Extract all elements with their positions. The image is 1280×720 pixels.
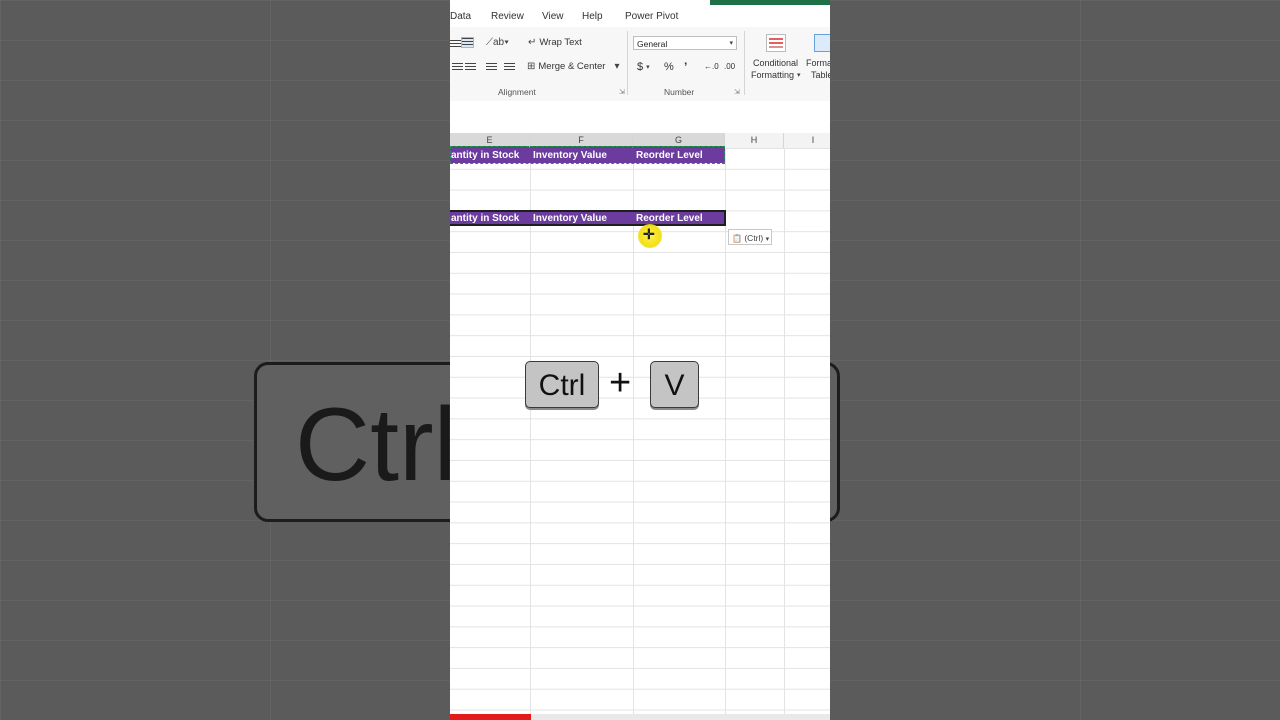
align-left-text-icon [452,63,463,72]
tab-review[interactable]: Review [491,11,524,22]
comma-style-button[interactable]: ’ [684,60,687,74]
format-as-table-label-2[interactable]: Table [811,70,830,80]
clipboard-icon: 📋 [732,234,742,243]
group-divider [627,31,628,95]
increase-decimal-icon: ←.0 [704,62,719,71]
decrease-decimal-button[interactable]: .00 [724,62,735,71]
tab-power-pivot[interactable]: Power Pivot [625,11,678,22]
increase-indent-icon [504,63,515,72]
alignment-dialog-launcher-icon[interactable]: ⇲ [619,88,625,96]
align-center-text-icon [465,63,476,72]
column-divider [784,148,785,714]
percent-button[interactable]: % [664,61,674,73]
increase-indent-button[interactable] [504,63,515,72]
paste-options-button[interactable]: 📋 (Ctrl) ▾ [728,229,772,245]
percent-icon: % [664,61,674,73]
align-bottom-icon [461,37,474,48]
comma-icon: ’ [684,60,688,74]
number-dialog-launcher-icon[interactable]: ⇲ [734,88,740,96]
number-group-label: Number [664,87,695,97]
conditional-formatting-icon[interactable] [766,34,786,52]
orientation-button[interactable]: ⟋ab▾ [486,37,509,48]
ribbon: ⟋ab▾ ↵ Wrap Text ⊞ Merge & Center ▾ Alignme… [450,27,830,102]
column-divider [530,148,531,714]
align-left-text-button[interactable] [452,63,463,72]
align-bottom-button[interactable] [461,37,474,48]
conditional-formatting-label-1[interactable]: Conditional [753,58,798,68]
currency-icon: $ [637,61,644,73]
merge-center-button[interactable]: ⊞ Merge & Center ▾ [527,61,619,72]
merge-center-icon: ⊞ [527,61,536,72]
conditional-formatting-button[interactable]: Formatting ▾ [751,70,801,80]
wrap-text-label: Wrap Text [539,37,582,48]
formula-bar-area [450,101,830,134]
paste-options-label: (Ctrl) [744,233,764,243]
plus-sign: + [609,362,632,404]
tab-data[interactable]: Data [450,11,471,22]
excel-window: Data Review View Help Power Pivot ⟋ab▾ ↵… [450,0,830,720]
orientation-icon: ⟋ab▾ [486,37,510,48]
wrap-text-button[interactable]: ↵ Wrap Text [528,37,582,48]
conditional-formatting-label-2: Formatting [751,70,795,80]
currency-button[interactable]: $ ▾ [637,61,650,73]
number-format-value: General [637,39,668,49]
align-center-text-button[interactable] [465,63,476,72]
align-left-button[interactable] [450,40,461,49]
paste-selection-border [450,210,726,226]
column-header-i[interactable]: I [784,133,830,148]
column-divider [725,148,726,714]
copy-selection-marquee [450,146,725,164]
tab-view[interactable]: View [542,11,564,22]
chevron-down-icon: ▾ [646,64,650,71]
chevron-down-icon: ▾ [797,72,801,79]
decrease-decimal-icon: .00 [724,62,736,71]
column-divider [633,148,634,714]
alignment-group-label: Alignment [498,87,536,97]
cell-cursor-icon: ✛ [643,226,655,242]
column-header-h[interactable]: H [725,133,784,148]
progress-fill [450,714,531,720]
decrease-indent-button[interactable] [486,63,497,72]
chevron-down-icon: ▾ [729,40,733,47]
ctrl-key-overlay: Ctrl [525,361,599,408]
group-divider [744,31,745,95]
merge-center-label: Merge & Center [538,61,606,72]
v-key-overlay: V [650,361,699,408]
ribbon-tabs: Data Review View Help Power Pivot [450,5,830,27]
number-format-dropdown[interactable]: General ▾ [633,36,737,50]
format-as-table-icon[interactable] [814,34,830,52]
format-as-table-label-1[interactable]: Format as [806,58,830,68]
chevron-down-icon: ▾ [765,236,770,243]
video-progress-bar[interactable] [450,714,830,720]
increase-decimal-button[interactable]: ←.0 [704,62,719,71]
decrease-indent-icon [486,63,497,72]
tab-help[interactable]: Help [582,11,603,22]
align-left-icon [450,40,461,49]
chevron-down-icon: ▾ [614,61,620,72]
wrap-text-icon: ↵ [528,37,537,48]
